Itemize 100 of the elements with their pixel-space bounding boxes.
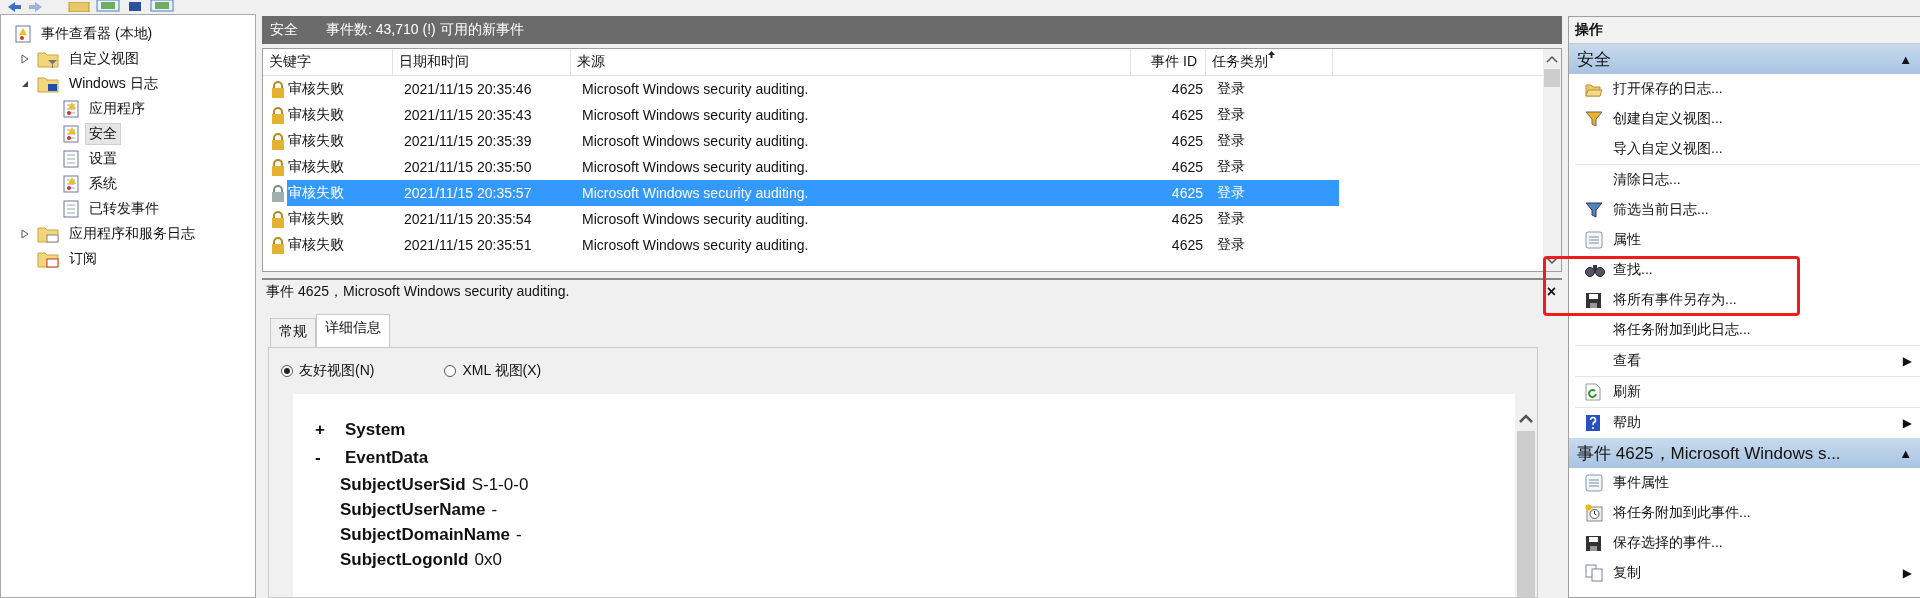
log-warning-icon <box>15 24 31 43</box>
expand-icon[interactable] <box>21 53 29 64</box>
field-value: S-1-0-0 <box>471 474 529 495</box>
table-cell-text: 审核失败 <box>287 158 345 176</box>
action-item[interactable]: 打开保存的日志... <box>1613 80 1912 98</box>
tree-item[interactable]: Windows 日志 <box>65 72 162 95</box>
event-detail-title: 事件 4625，Microsoft Windows security auditing. <box>266 283 570 301</box>
table-cell-text: 4625 <box>1170 81 1204 97</box>
radio-label: 友好视图(N) <box>299 362 375 380</box>
tree-item[interactable]: 事件查看器 (本地) <box>37 22 157 45</box>
event-row[interactable]: 审核失败 2021/11/15 20:35:39 Microsoft Windows security auditing. 4625 登录 <box>287 128 1339 154</box>
action-item[interactable]: 帮助 <box>1613 414 1903 432</box>
properties-icon <box>1585 474 1603 492</box>
toggle-sign[interactable]: + <box>315 420 345 440</box>
scroll-thumb[interactable] <box>1517 431 1535 597</box>
action-item[interactable]: 事件属性 <box>1613 474 1912 492</box>
collapse-arrow[interactable]: ▲ <box>1899 51 1912 67</box>
folder-icon <box>37 74 59 93</box>
section-header[interactable]: 事件 4625，Microsoft Windows s... ▲ <box>1569 438 1920 468</box>
action-item[interactable]: 查看 <box>1613 352 1903 370</box>
table-cell-text: Microsoft Windows security auditing. <box>581 237 810 253</box>
action-item[interactable]: 导入自定义视图... <box>1613 140 1912 158</box>
event-row[interactable]: 审核失败 2021/11/15 20:35:51 Microsoft Windows security auditing. 4625 登录 <box>287 232 1339 258</box>
table-cell-text: Microsoft Windows security auditing. <box>581 81 810 97</box>
scrollbar[interactable] <box>1543 49 1561 271</box>
padlock-icon <box>271 184 285 202</box>
subscription-folder-icon <box>37 249 59 268</box>
tree-item[interactable]: 安全 <box>85 122 121 145</box>
tree-item[interactable]: 自定义视图 <box>65 47 143 70</box>
submenu-arrow: ▶ <box>1902 566 1912 580</box>
column-header[interactable]: 事件 ID <box>1131 49 1206 75</box>
back-arrow-icon[interactable] <box>6 2 22 12</box>
table-cell-text: 4625 <box>1170 237 1204 253</box>
log-icon <box>63 199 79 218</box>
folder-icon <box>37 224 59 243</box>
radio-button[interactable] <box>281 365 293 377</box>
column-header[interactable]: 来源 <box>571 49 1131 75</box>
tree-item[interactable]: 系统 <box>85 172 121 195</box>
clock-icon <box>1585 504 1603 522</box>
column-header[interactable]: 关键字 <box>263 49 393 75</box>
table-cell-text: 2021/11/15 20:35:57 <box>403 185 533 201</box>
tab[interactable]: 详细信息 <box>316 314 390 347</box>
properties-icon <box>1585 231 1603 249</box>
scroll-up-icon[interactable] <box>1546 55 1558 63</box>
close-button[interactable]: × <box>1546 283 1556 301</box>
radio-option[interactable]: 友好视图(N) <box>281 362 375 380</box>
table-cell-text: Microsoft Windows security auditing. <box>581 107 810 123</box>
table-cell-text: Microsoft Windows security auditing. <box>581 133 810 149</box>
radio-option[interactable]: XML 视图(X) <box>444 362 542 380</box>
table-cell-text: 登录 <box>1216 210 1246 228</box>
tree-item[interactable]: 设置 <box>85 147 121 170</box>
table-cell-text: 审核失败 <box>287 210 345 228</box>
action-item[interactable]: 筛选当前日志... <box>1613 201 1912 219</box>
padlock-icon <box>271 236 285 254</box>
collapse-icon[interactable] <box>21 79 29 88</box>
table-cell-text: 4625 <box>1170 211 1204 227</box>
section-header[interactable]: 安全 ▲ <box>1569 44 1920 74</box>
scroll-down-icon[interactable] <box>1546 257 1558 265</box>
section-title: 安全 <box>1577 48 1611 71</box>
tab[interactable]: 常规 <box>270 318 316 347</box>
collapse-arrow[interactable]: ▲ <box>1899 445 1912 461</box>
event-count: 事件数: 43,710 (!) 可用的新事件 <box>326 21 524 39</box>
action-item[interactable]: 刷新 <box>1613 383 1912 401</box>
radio-button[interactable] <box>444 365 457 377</box>
column-header[interactable]: 日期和时间 <box>393 49 571 75</box>
filter-icon <box>1585 202 1603 218</box>
scroll-thumb[interactable] <box>1544 69 1560 87</box>
tree-item[interactable]: 应用程序 <box>85 97 149 120</box>
tree-item[interactable]: 已转发事件 <box>85 197 163 220</box>
column-header[interactable]: 任务类别 <box>1206 49 1333 75</box>
padlock-icon <box>271 80 285 98</box>
action-item[interactable]: 创建自定义视图... <box>1613 110 1912 128</box>
submenu-arrow: ▶ <box>1902 416 1912 430</box>
action-item[interactable]: 将任务附加到此事件... <box>1613 504 1912 522</box>
tree-item[interactable]: 订阅 <box>65 247 101 270</box>
section-title: 事件 4625，Microsoft Windows s... <box>1577 442 1841 465</box>
action-item[interactable]: 属性 <box>1613 231 1912 249</box>
binoculars-icon <box>1585 262 1605 278</box>
event-row[interactable]: 审核失败 2021/11/15 20:35:54 Microsoft Windows security auditing. 4625 登录 <box>287 206 1339 232</box>
action-item[interactable]: 保存选择的事件... <box>1613 534 1912 552</box>
scroll-up-icon[interactable] <box>1519 414 1533 423</box>
table-cell-text: 4625 <box>1170 133 1204 149</box>
refresh-icon <box>1585 383 1601 401</box>
padlock-icon <box>271 210 285 228</box>
expand-icon[interactable] <box>21 228 29 239</box>
folder-icon <box>37 49 59 68</box>
action-item[interactable]: 复制 <box>1613 564 1903 582</box>
action-item[interactable]: 查找... <box>1613 261 1912 279</box>
toggle-sign[interactable]: - <box>315 448 345 468</box>
tree-item[interactable]: 应用程序和服务日志 <box>65 222 199 245</box>
table-cell-text: 登录 <box>1216 106 1246 124</box>
event-row[interactable]: 审核失败 2021/11/15 20:35:43 Microsoft Windows security auditing. 4625 登录 <box>287 102 1339 128</box>
event-row[interactable]: 审核失败 2021/11/15 20:35:50 Microsoft Windows security auditing. 4625 登录 <box>287 154 1339 180</box>
table-cell-text: 审核失败 <box>287 132 345 150</box>
help-book-icon[interactable] <box>126 2 144 12</box>
action-item[interactable]: 将所有事件另存为... <box>1613 291 1912 309</box>
action-item[interactable]: 清除日志... <box>1613 171 1912 189</box>
table-cell-text: 4625 <box>1170 107 1204 123</box>
action-item[interactable]: 将任务附加到此日志... <box>1613 321 1912 339</box>
event-row[interactable]: 审核失败 2021/11/15 20:35:46 Microsoft Windows security auditing. 4625 登录 <box>287 76 1339 102</box>
